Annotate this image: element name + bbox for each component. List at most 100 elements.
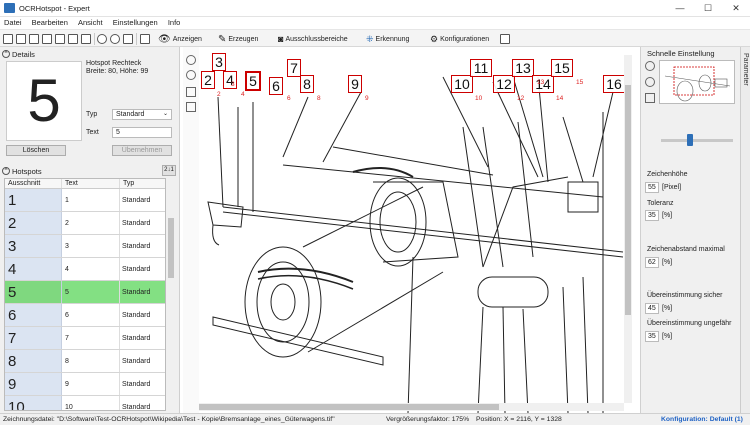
hotspot-13[interactable]: 13	[512, 59, 534, 77]
export-icon[interactable]	[68, 33, 78, 45]
abstand-input[interactable]: 62	[645, 257, 659, 268]
hotspot-5[interactable]: 5	[245, 71, 261, 91]
copy-icon[interactable]	[81, 33, 91, 45]
quick-settings-pane: Schnelle Einstellung Zeichenhöhe 55 [Pix…	[640, 47, 740, 413]
zoom-in-icon[interactable]	[645, 61, 655, 71]
menu-datei[interactable]: Datei	[0, 17, 26, 28]
table-row[interactable]: 9 9 Standard	[5, 373, 165, 396]
hotspot-7[interactable]: 7	[287, 59, 301, 77]
hotspot-11[interactable]: 11	[470, 59, 492, 77]
text-input[interactable]: 5	[112, 127, 172, 138]
ausschluss-button[interactable]: ◙ Ausschlussbereiche	[278, 33, 348, 45]
drawing-canvas[interactable]: 2 3 4 5 6 7 8 9 10 11 12 13 14 15 16 2 3…	[183, 47, 634, 413]
konfigurationen-button[interactable]: ⚙ Konfigurationen	[430, 33, 489, 45]
menu-ansicht[interactable]: Ansicht	[74, 17, 107, 28]
toolbar: 👁 Anzeigen ✎ Erzeugen ◙ Ausschlussbereic…	[0, 29, 750, 47]
table-row[interactable]: 8 8 Standard	[5, 350, 165, 373]
apply-button[interactable]: Übernehmen	[112, 145, 172, 156]
hotspots-title: Hotspots	[12, 166, 42, 176]
hotspot-16[interactable]: 16	[603, 75, 625, 93]
menu-info[interactable]: Info	[164, 17, 185, 28]
zoom-out-icon[interactable]	[645, 77, 655, 87]
viewport-rect[interactable]	[673, 66, 715, 96]
camera-icon: ◙	[278, 34, 284, 44]
menu-einstellungen[interactable]: Einstellungen	[109, 17, 162, 28]
erkennung-button[interactable]: ⁜ Erkennung	[366, 33, 409, 45]
details-title: Details	[12, 49, 35, 59]
typ-select[interactable]: Standard ⌄	[112, 109, 172, 120]
slider-thumb[interactable]	[687, 134, 694, 146]
pencil-icon: ✎	[218, 33, 227, 45]
recognized-number: 12	[517, 95, 525, 102]
zoom-slider[interactable]	[661, 134, 733, 146]
table-row[interactable]: 7 7 Standard	[5, 327, 165, 350]
zoom-out-icon[interactable]	[110, 33, 120, 45]
row-glyph: 7	[5, 327, 62, 349]
save-icon[interactable]	[29, 33, 39, 45]
close-icon[interactable]: ✕	[722, 0, 750, 16]
recognized-number: 15	[576, 79, 584, 86]
column-ausschnitt[interactable]: Ausschnitt	[5, 179, 62, 188]
parameter-tab-label: Parameter	[742, 53, 749, 86]
import-icon[interactable]	[55, 33, 65, 45]
grid-scrollbar[interactable]	[166, 188, 176, 411]
toleranz-unit: [%]	[662, 212, 673, 219]
fit-icon[interactable]	[645, 93, 655, 103]
column-typ[interactable]: Typ	[120, 179, 165, 188]
table-row[interactable]: 5 5 Standard	[5, 281, 165, 304]
hotspot-10[interactable]: 10	[451, 75, 473, 93]
table-row[interactable]: 4 4 Standard	[5, 258, 165, 281]
erzeugen-button[interactable]: ✎ Erzeugen	[218, 33, 258, 45]
parameter-tab[interactable]: Parameter	[740, 47, 750, 413]
details-header[interactable]: ^ Details	[2, 49, 35, 59]
toleranz-input[interactable]: 35	[645, 210, 659, 221]
canvas-hscrollbar[interactable]	[199, 403, 624, 411]
scroll-thumb[interactable]	[168, 218, 174, 278]
anzeigen-label: Anzeigen	[172, 35, 202, 43]
sicher-unit: [%]	[662, 305, 673, 312]
table-row[interactable]: 10 10 Standard	[5, 396, 165, 410]
anzeigen-button[interactable]: 👁 Anzeigen	[158, 33, 202, 45]
hotspot-12[interactable]: 12	[493, 75, 515, 93]
ungefaehr-input[interactable]: 35	[645, 331, 659, 342]
table-row[interactable]: 6 6 Standard	[5, 304, 165, 327]
hotspot-3[interactable]: 3	[212, 53, 226, 71]
hotspot-15[interactable]: 15	[551, 59, 573, 77]
row-glyph: 4	[5, 258, 62, 280]
toolbar-separator	[136, 33, 137, 45]
ungefaehr-unit: [%]	[662, 333, 673, 340]
hotspot-8[interactable]: 8	[300, 75, 314, 93]
table-row[interactable]: 3 3 Standard	[5, 235, 165, 258]
table-row[interactable]: 2 2 Standard	[5, 212, 165, 235]
maximize-icon[interactable]: ☐	[694, 0, 722, 16]
hotspot-2[interactable]: 2	[201, 71, 215, 89]
hotspot-6[interactable]: 6	[269, 77, 283, 95]
row-glyph: 6	[5, 304, 62, 326]
delete-button[interactable]: Löschen	[6, 145, 66, 156]
fit-icon[interactable]	[123, 33, 133, 45]
new-icon[interactable]	[3, 33, 13, 45]
link-icon[interactable]	[140, 33, 150, 45]
sort-button[interactable]: 2↓1	[162, 165, 176, 176]
column-text[interactable]: Text	[62, 179, 120, 188]
zeichenhoehe-input[interactable]: 55	[645, 182, 659, 193]
hotspot-9[interactable]: 9	[348, 75, 362, 93]
recognized-number: 13	[537, 79, 545, 86]
text-label: Text	[86, 129, 99, 136]
open-icon[interactable]	[16, 33, 26, 45]
screen-icon[interactable]	[500, 33, 510, 45]
zoom-in-icon[interactable]	[97, 33, 107, 45]
image-icon[interactable]	[42, 33, 52, 45]
sicher-input[interactable]: 45	[645, 303, 659, 314]
scroll-thumb[interactable]	[625, 85, 631, 315]
hotspots-header[interactable]: ^ Hotspots	[2, 166, 42, 176]
recognized-number: 8	[317, 95, 321, 102]
scroll-thumb[interactable]	[199, 404, 499, 410]
minimize-icon[interactable]: —	[666, 0, 694, 16]
row-glyph: 1	[5, 189, 62, 211]
menu-bearbeiten[interactable]: Bearbeiten	[28, 17, 72, 28]
canvas-vscrollbar[interactable]	[624, 55, 632, 403]
overview-thumbnail[interactable]	[659, 60, 735, 104]
table-row[interactable]: 1 1 Standard	[5, 189, 165, 212]
config-link[interactable]: Konfiguration: Default (1)	[661, 414, 743, 425]
